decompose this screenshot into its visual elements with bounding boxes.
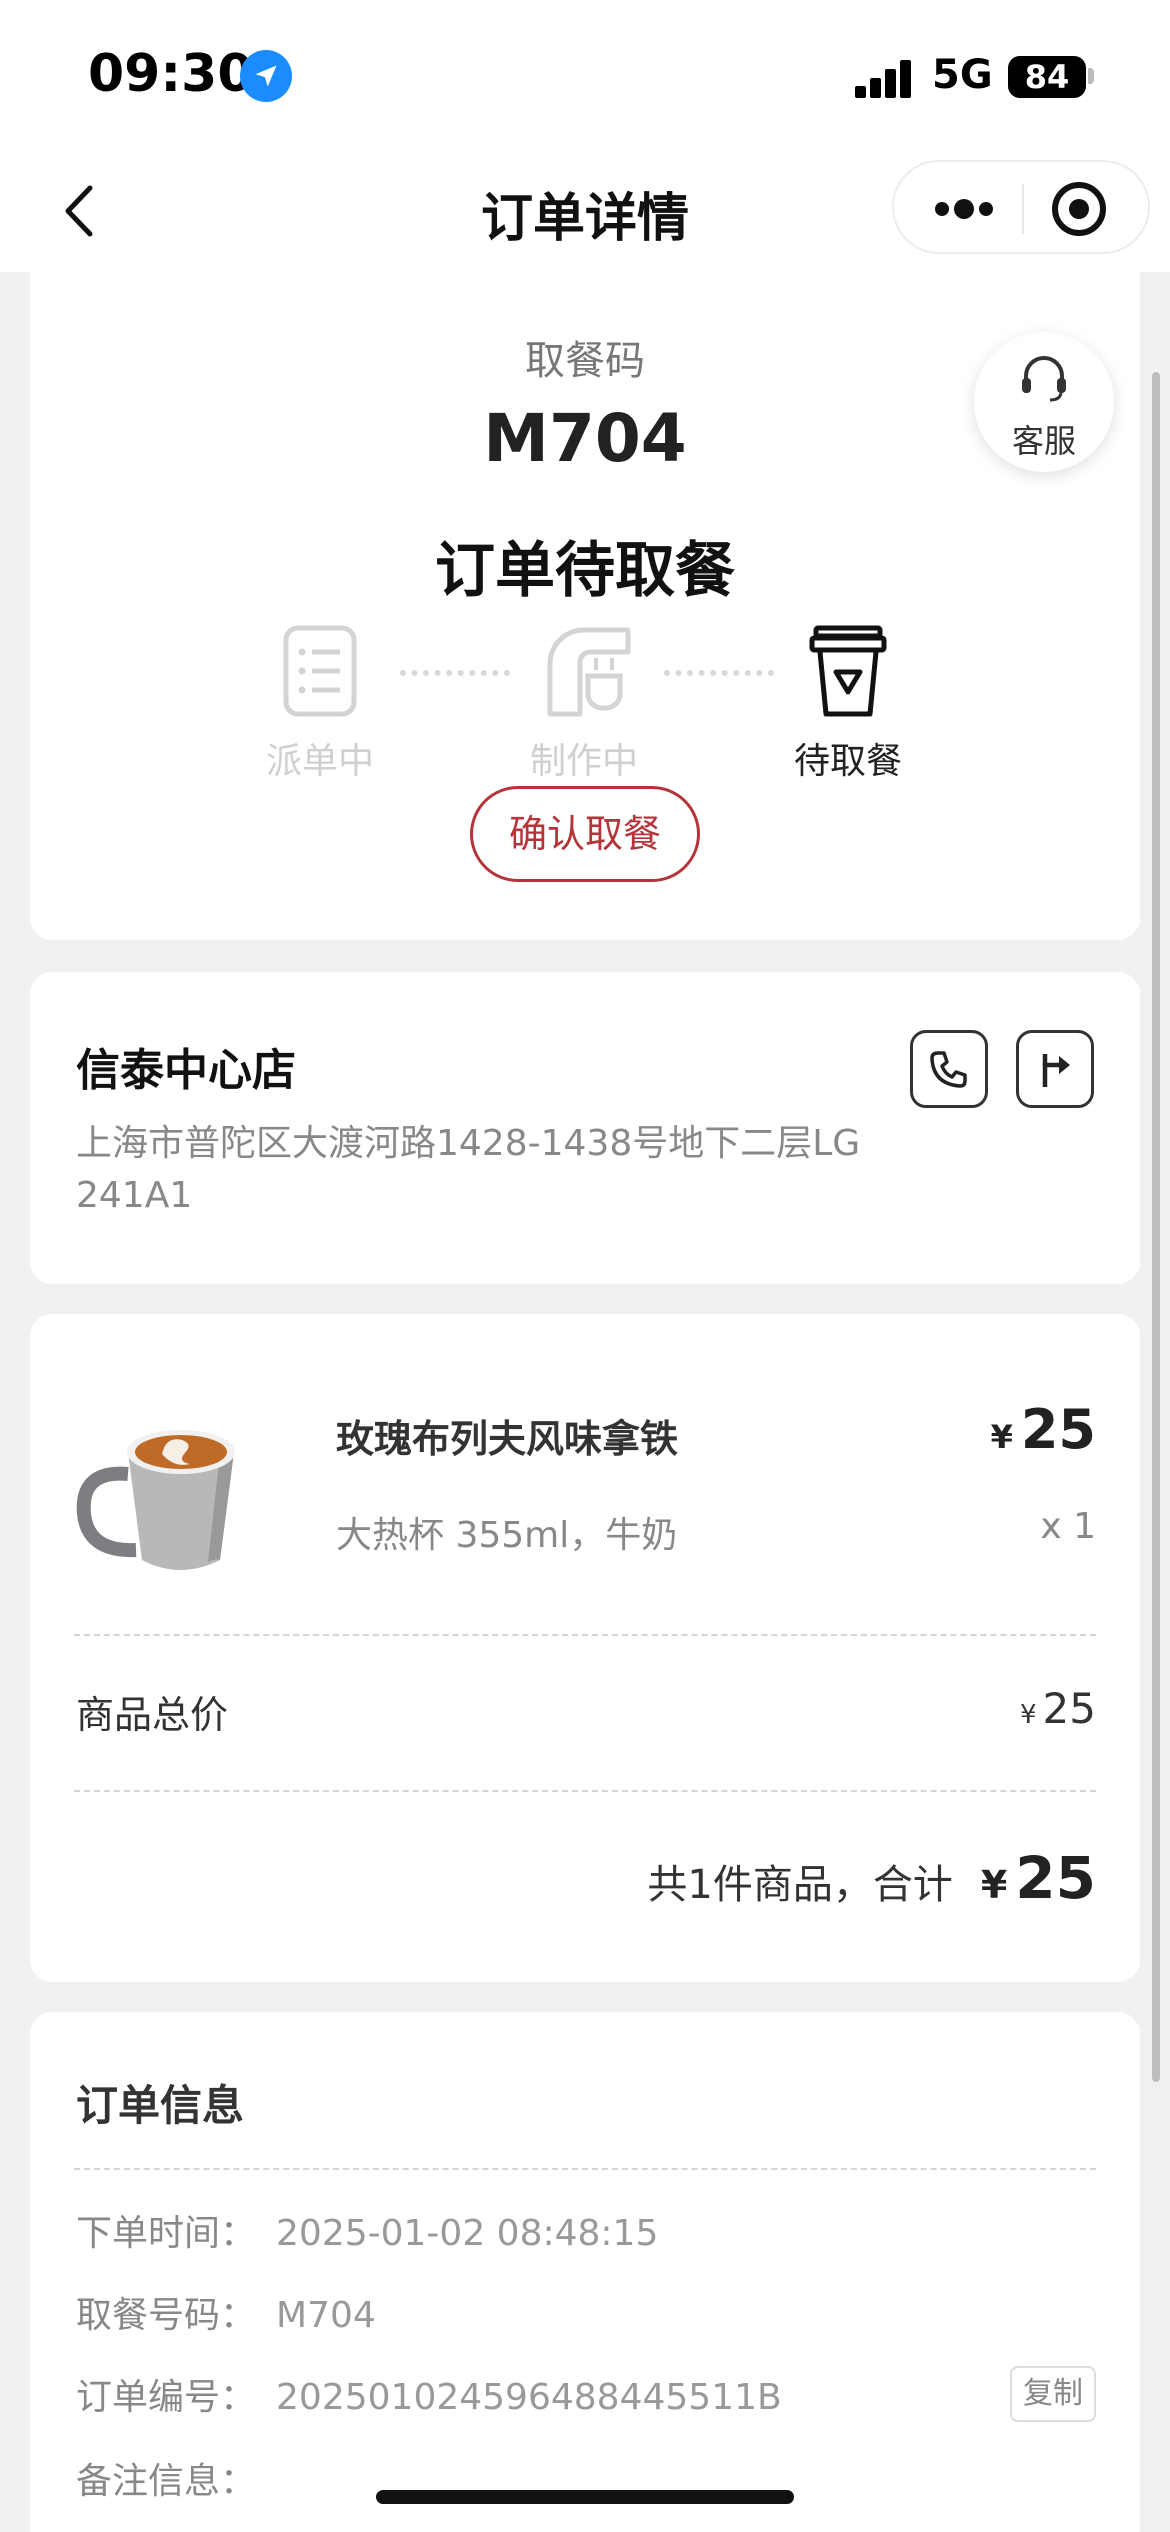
signal-icon (855, 58, 915, 98)
nav-bar: 订单详情 (0, 150, 1170, 272)
battery-level: 84 (1024, 58, 1070, 96)
product-quantity: x 1 (1040, 1506, 1096, 1547)
coffee-machine-icon (547, 627, 631, 717)
confirm-pickup-button[interactable]: 确认取餐 (470, 786, 700, 882)
divider (74, 1634, 1096, 1636)
location-arrow-icon (240, 50, 292, 102)
pickup-cup-icon (809, 625, 887, 717)
step-making: 制作中 (504, 624, 664, 804)
order-time-row: 下单时间： 2025-01-02 08:48:15 (76, 2204, 658, 2256)
info-label: 取餐号码： (76, 2295, 257, 2336)
step-label: 制作中 (529, 741, 638, 782)
divider (74, 2168, 1096, 2170)
currency-symbol: ¥ (1020, 1700, 1037, 1730)
battery-cap (1088, 68, 1094, 84)
navigation-icon (1042, 1054, 1070, 1087)
order-status-title: 订单待取餐 (435, 536, 735, 606)
dispatch-list-icon (283, 625, 357, 717)
info-label: 订单编号： (76, 2377, 257, 2418)
pickup-number-row: 取餐号码： M704 (76, 2286, 376, 2338)
product-spec: 大热杯 355ml，牛奶 (336, 1515, 678, 1556)
phone-icon (930, 1051, 967, 1088)
step-label: 派单中 (265, 741, 374, 782)
info-label: 备注信息： (76, 2461, 257, 2502)
close-button[interactable] (1044, 174, 1114, 244)
subtotal-value: ¥25 (1020, 1684, 1096, 1733)
step-dispatching: 派单中 (240, 624, 400, 804)
more-button[interactable] (914, 172, 1014, 246)
pickup-code-label: 取餐码 (525, 338, 645, 384)
subtotal-label: 商品总价 (76, 1693, 229, 1737)
total-row: 共1件商品，合计 ¥25 (647, 1844, 1096, 1912)
info-label: 下单时间： (76, 2213, 257, 2254)
back-button[interactable] (46, 176, 116, 246)
customer-service-button[interactable]: 客服 (974, 332, 1114, 472)
store-card: 信泰中心店 上海市普陀区大渡河路1428-1438号地下二层LG 241A1 (30, 972, 1140, 1284)
back-arrow-icon (65, 185, 93, 237)
headset-icon (1022, 356, 1066, 402)
call-store-button[interactable] (910, 1030, 988, 1108)
store-address: 上海市普陀区大渡河路1428-1438号地下二层LG 241A1 (76, 1123, 861, 1216)
latte-cup-image (76, 1430, 235, 1570)
step-connector (400, 670, 510, 676)
info-value: 2025-01-02 08:48:15 (276, 2213, 659, 2254)
network-type: 5G (932, 52, 993, 98)
order-info-card: 订单信息 下单时间： 2025-01-02 08:48:15 取餐号码： M704 … (30, 2012, 1140, 2532)
status-time: 09:30 (88, 44, 254, 104)
home-indicator[interactable] (376, 2490, 794, 2504)
more-icon (935, 199, 993, 219)
capsule-divider (1022, 184, 1024, 234)
info-value: 202501024596488445511B (276, 2377, 782, 2418)
copy-order-number-button[interactable]: 复制 (1010, 2366, 1096, 2422)
order-info-title: 订单信息 (76, 2081, 245, 2130)
remarks-row: 备注信息： (76, 2452, 276, 2504)
mini-program-capsule (892, 160, 1150, 254)
order-number-row: 订单编号： 202501024596488445511B (76, 2368, 782, 2420)
total-label: 共1件商品，合计 (647, 1862, 953, 1908)
order-items-card: 玫瑰布列夫风味拿铁 大热杯 355ml，牛奶 ¥25 x 1 商品总价 ¥25 … (30, 1314, 1140, 1982)
battery-icon: 84 (1008, 56, 1086, 98)
divider (74, 1790, 1096, 1792)
store-name: 信泰中心店 (76, 1045, 296, 1096)
step-label: 待取餐 (793, 741, 902, 782)
total-value: ¥25 (981, 1844, 1096, 1912)
product-price: ¥25 (991, 1398, 1096, 1461)
product-price-value: 25 (1020, 1398, 1096, 1461)
step-ready: 待取餐 (768, 624, 928, 804)
info-value: M704 (276, 2295, 376, 2336)
status-bar: 09:30 5G 84 (0, 0, 1170, 150)
subtotal-amount: 25 (1042, 1684, 1096, 1733)
navigate-button[interactable] (1016, 1030, 1094, 1108)
scrollbar[interactable] (1152, 372, 1160, 2082)
currency-symbol: ¥ (980, 1863, 1008, 1907)
step-connector (664, 670, 774, 676)
total-amount: 25 (1015, 1844, 1096, 1912)
product-name: 玫瑰布列夫风味拿铁 (336, 1417, 679, 1461)
customer-service-label: 客服 (1011, 422, 1076, 460)
close-target-icon (1052, 182, 1106, 236)
order-status-card: 取餐码 M704 订单待取餐 客服 派单中 制作中 待取餐 确认取餐 (30, 272, 1140, 940)
currency-symbol: ¥ (990, 1418, 1013, 1456)
